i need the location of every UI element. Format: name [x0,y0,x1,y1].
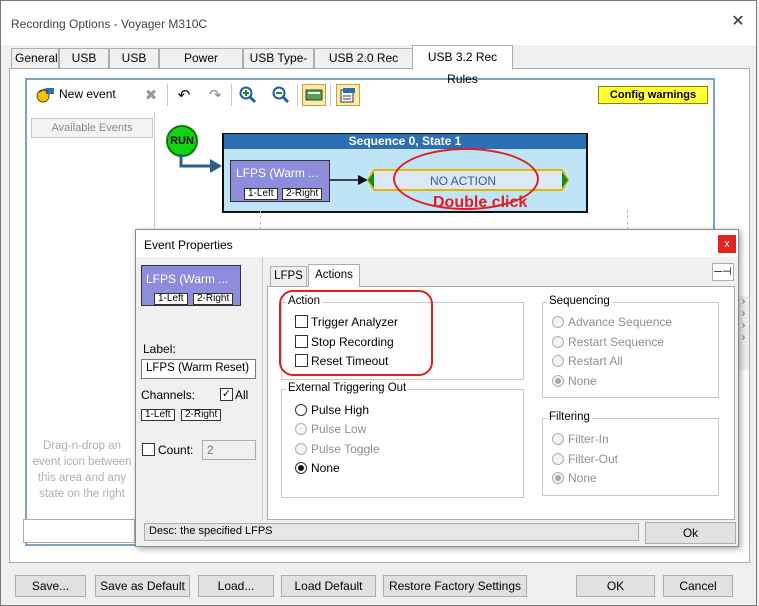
channels-title: Channels: [141,388,196,402]
ext-none-radio[interactable] [295,462,307,474]
config-warnings-button[interactable]: Config warnings [598,86,708,104]
new-event-icon[interactable] [36,86,56,104]
seq-none-label: None [568,374,597,388]
filter-none-label: None [568,471,597,485]
dialog-title: Event Properties [144,238,233,252]
tab-usb-2-0[interactable]: USB 2.0 [59,48,109,83]
restart-all-label: Restart All [568,354,623,368]
restore-factory-settings-button[interactable]: Restore Factory Settings [383,575,527,597]
toolbar-separator [297,84,298,106]
count-label: Count: [158,443,194,457]
filter-in-radio[interactable] [552,433,564,445]
tab-usb-type-c[interactable]: USB Type-C [243,48,314,83]
label-title: Label: [143,342,176,356]
channel-badge: 2-Right [193,293,234,305]
channel-badge: 2-Right [282,188,323,200]
dialog-divider [262,258,263,520]
title-bar: Recording Options - Voyager M310C ✕ [1,1,756,45]
tab-usb-2-0-rec-rules[interactable]: USB 2.0 Rec Rules [314,48,413,83]
all-channels-checkbox[interactable]: ✓ [220,388,233,401]
channel-badge[interactable]: 1-Left [141,409,175,421]
pulse-high-label: Pulse High [311,403,370,417]
pulse-low-label: Pulse Low [311,422,367,436]
restart-sequence-label: Restart Sequence [568,335,665,349]
dialog-event-name: LFPS (Warm ... [146,272,229,286]
run-connector-arrow [179,154,222,173]
tab-power-delivery[interactable]: Power Delivery [159,48,243,83]
channel-badge: 1-Left [244,188,278,200]
ext-none-label: None [311,461,340,475]
available-events-button[interactable]: Available Events [31,118,153,138]
advance-sequence-label: Advance Sequence [568,315,673,329]
pulse-toggle-radio[interactable] [295,443,307,455]
undo-icon[interactable]: ↶ [172,84,196,106]
tab-general[interactable]: General [11,48,59,68]
event-properties-dialog: Event Properties x LFPS (Warm ... 1-Left… [135,229,739,547]
filter-out-label: Filter-Out [568,452,619,466]
properties-icon[interactable] [336,84,360,106]
description-status: Desc: the specified LFPS [144,523,639,541]
load-default-button[interactable]: Load Default [281,575,376,597]
close-icon[interactable]: ✕ [725,9,751,35]
delete-event-icon[interactable]: ✖ [139,84,163,106]
restart-all-radio[interactable] [552,355,564,367]
filter-none-radio[interactable] [552,472,564,484]
zoom-in-icon[interactable] [236,84,260,106]
pulse-high-radio[interactable] [295,404,307,416]
pin-icon[interactable]: ─⊣ [712,263,734,281]
cancel-button[interactable]: Cancel [663,575,733,597]
dialog-close-icon[interactable]: x [718,235,736,253]
save-as-default-button[interactable]: Save as Default [95,575,190,597]
channel-badge[interactable]: 2-Right [181,409,222,421]
new-event-button[interactable]: New event [59,87,116,101]
count-input[interactable]: 2 [202,440,256,460]
tab-usb-3-2-rec-rules[interactable]: USB 3.2 Rec Rules [412,45,513,86]
tab-actions[interactable]: Actions [308,264,360,287]
channel-badge: 1-Left [154,293,188,305]
sequence-drop-outline [260,210,628,230]
advance-sequence-radio[interactable] [552,316,564,328]
ok-button[interactable]: OK [576,575,655,597]
highlight-ellipse [393,148,539,210]
save-button[interactable]: Save... [15,575,86,597]
toolbar-separator [330,84,331,106]
tab-usb-3-2[interactable]: USB 3.2 [109,48,159,83]
external-triggering-title: External Triggering Out [286,382,409,394]
event-to-action-arrow [330,175,368,185]
drag-drop-hint: Drag-n-drop an event icon between this a… [32,440,132,500]
pulse-low-radio[interactable] [295,423,307,435]
pulse-toggle-label: Pulse Toggle [311,442,380,456]
toolbar-separator [167,84,168,106]
sequencing-title: Sequencing [547,295,612,307]
run-node[interactable]: RUN [166,125,198,157]
all-channels-label: All [235,388,249,402]
restart-sequence-radio[interactable] [552,336,564,348]
highlight-rounded-rect [279,290,433,376]
filter-out-radio[interactable] [552,453,564,465]
sequence-title: Sequence 0, State 1 [224,134,586,149]
count-checkbox[interactable] [142,443,155,456]
toolbar-separator [231,84,232,106]
zoom-out-icon[interactable] [269,84,293,106]
dialog-ok-button[interactable]: Ok [645,522,736,544]
load-button[interactable]: Load... [198,575,274,597]
filter-in-label: Filter-In [568,432,609,446]
event-name: LFPS (Warm ... [236,166,319,180]
fit-view-icon[interactable] [302,84,326,106]
label-input[interactable]: LFPS (Warm Reset) [141,359,256,379]
bottom-input[interactable] [23,519,135,543]
seq-none-radio[interactable] [552,375,564,387]
tab-lfps[interactable]: LFPS [270,266,307,286]
window-title: Recording Options - Voyager M310C [11,17,208,31]
redo-icon[interactable]: ↷ [203,84,227,106]
filtering-title: Filtering [547,411,592,423]
dialog-title-bar: Event Properties x [136,230,738,257]
